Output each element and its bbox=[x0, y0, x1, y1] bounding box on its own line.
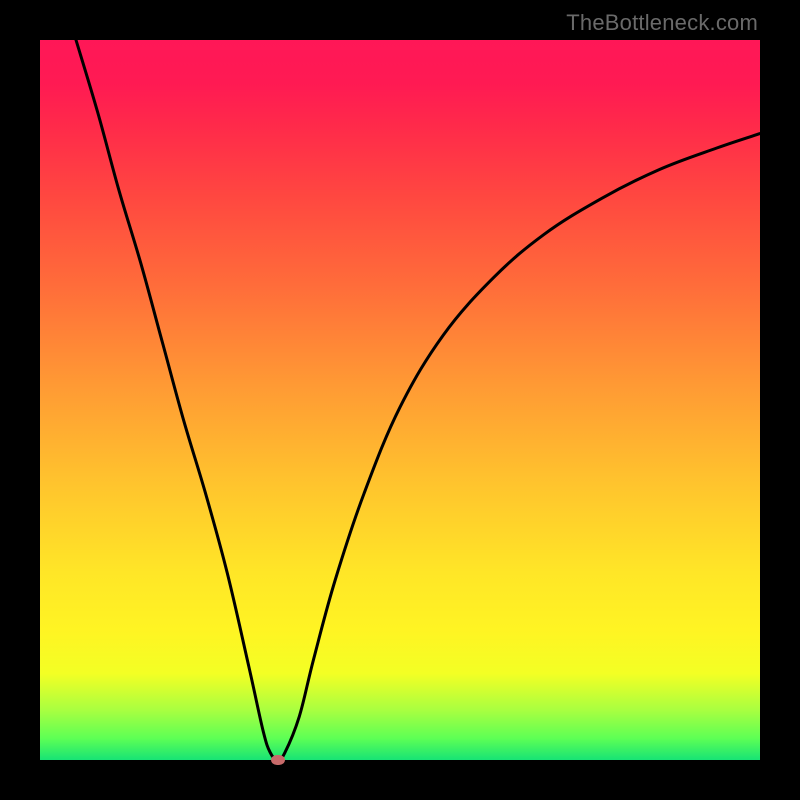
watermark-text: TheBottleneck.com bbox=[566, 10, 758, 36]
chart-frame: TheBottleneck.com bbox=[0, 0, 800, 800]
curve-path bbox=[76, 40, 760, 760]
plot-area bbox=[40, 40, 760, 760]
bottleneck-curve bbox=[40, 40, 760, 760]
minimum-marker bbox=[271, 755, 285, 765]
